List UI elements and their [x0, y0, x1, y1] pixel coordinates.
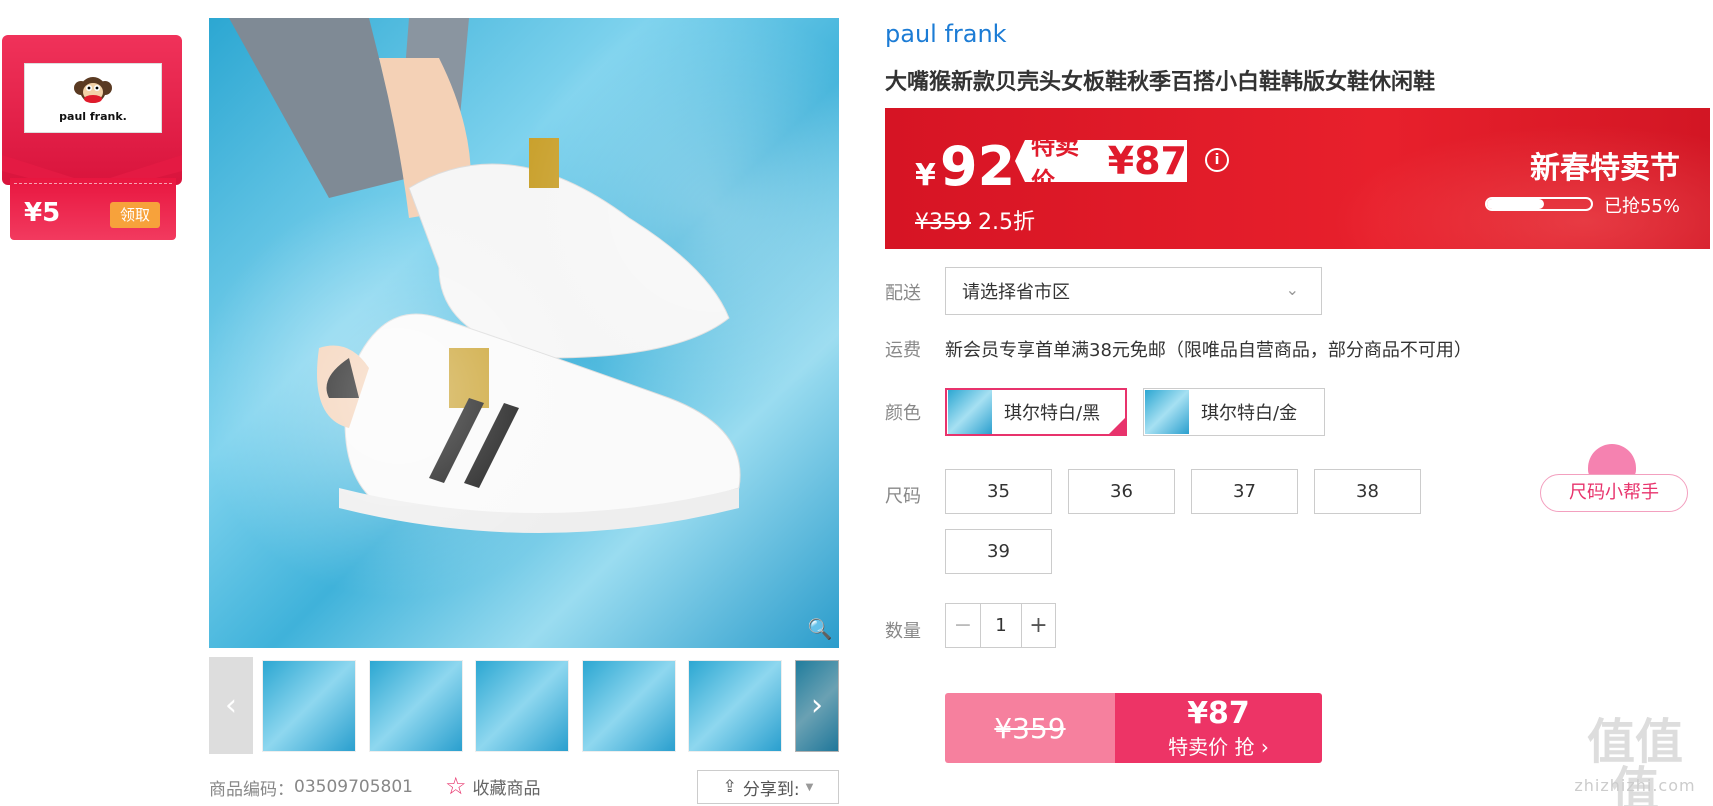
special-price-tag: 特卖价 ¥87 — [1015, 140, 1187, 182]
size-option[interactable]: 36 — [1068, 469, 1175, 514]
buy-button[interactable]: ¥359 ¥87 特卖价 抢 › — [945, 693, 1322, 763]
color-option[interactable]: 琪尔特白/金 — [1143, 388, 1325, 436]
coupon-divider — [14, 183, 172, 184]
thumbnail[interactable] — [582, 660, 676, 752]
favorite-label: 收藏商品 — [472, 778, 541, 799]
special-price-value: ¥87 — [1107, 139, 1187, 183]
size-option[interactable]: 38 — [1314, 469, 1421, 514]
coupon-amount: ¥5 — [24, 198, 61, 228]
color-label: 颜色 — [885, 403, 921, 424]
original-price-value: ¥359 — [915, 210, 971, 235]
quantity-label: 数量 — [885, 621, 921, 642]
thumbnail-strip: ‹ › — [209, 657, 839, 754]
share-icon: ⇪ — [722, 777, 737, 797]
discount-value: 2.5折 — [978, 210, 1035, 235]
current-price: 92 — [940, 135, 1016, 198]
buy-action[interactable]: ¥87 特卖价 抢 › — [1115, 693, 1322, 763]
thumbnail[interactable] — [688, 660, 782, 752]
color-swatch — [948, 390, 992, 434]
size-option[interactable]: 37 — [1191, 469, 1298, 514]
thumbnail[interactable] — [475, 660, 569, 752]
size-option[interactable]: 35 — [945, 469, 1052, 514]
color-swatch — [1145, 390, 1189, 434]
product-title: 大嘴猴新款贝壳头女板鞋秋季百搭小白鞋韩版女鞋休闲鞋 — [885, 70, 1436, 95]
quantity-input[interactable]: 1 — [981, 604, 1021, 647]
share-button[interactable]: ⇪ 分享到: ▼ — [697, 770, 839, 804]
product-code-label: 商品编码： — [209, 779, 294, 800]
special-price-label: 特卖价 — [1031, 132, 1079, 195]
thumbnail[interactable] — [262, 660, 356, 752]
quantity-stepper: − 1 + — [945, 603, 1056, 648]
buy-action-label: 特卖价 抢 › — [1168, 734, 1269, 759]
shipping-text: 新会员专享首单满38元免邮（限唯品自营商品，部分商品不可用） — [945, 340, 1472, 361]
currency-symbol: ¥ — [915, 158, 936, 193]
color-option-label: 琪尔特白/黑 — [1004, 403, 1101, 424]
chevron-down-icon: ⌄ — [1285, 280, 1299, 299]
grabbed-progress-fill — [1487, 199, 1545, 209]
thumbnail[interactable] — [369, 660, 463, 752]
info-icon[interactable]: i — [1205, 148, 1229, 172]
grabbed-progress — [1485, 197, 1593, 211]
size-helper-button[interactable]: 尺码小帮手 — [1540, 474, 1688, 512]
coupon-get-button[interactable]: 领取 — [110, 202, 160, 228]
selected-check-icon — [1107, 416, 1127, 436]
delivery-label: 配送 — [885, 283, 921, 304]
thumb-next-button[interactable]: › — [795, 660, 839, 752]
price-banner: ¥ 92 特卖价 ¥87 i ¥359 2.5折 新春特卖节 已抢55% — [885, 108, 1710, 249]
size-label: 尺码 — [885, 486, 921, 507]
product-code-value: 03509705801 — [294, 777, 413, 797]
brand-link[interactable]: paul frank — [885, 20, 1007, 48]
region-select[interactable]: 请选择省市区 ⌄ — [945, 267, 1322, 315]
monkey-logo-icon — [74, 76, 112, 103]
grabbed-label: 已抢55% — [1603, 196, 1680, 217]
buy-original-price: ¥359 — [945, 693, 1115, 763]
buy-price: ¥87 — [1187, 695, 1250, 731]
region-select-value: 请选择省市区 — [962, 282, 1070, 303]
thumb-prev-button[interactable]: ‹ — [209, 657, 253, 754]
favorite-button[interactable]: ☆ 收藏商品 — [445, 772, 541, 800]
brand-logo: paul frank. — [24, 63, 162, 133]
chevron-down-icon: ▼ — [805, 781, 814, 793]
shipping-label: 运费 — [885, 340, 921, 361]
festival-title: 新春特卖节 — [1530, 151, 1680, 186]
size-option[interactable]: 39 — [945, 529, 1052, 574]
share-label: 分享到: — [742, 779, 800, 800]
watermark-url: zhizhizhi.com — [1574, 776, 1696, 795]
product-code: 商品编码： 03509705801 — [209, 772, 413, 802]
color-option[interactable]: 琪尔特白/黑 — [945, 388, 1127, 436]
zoom-icon[interactable]: 🔍 — [807, 616, 833, 642]
original-price: ¥359 2.5折 — [915, 204, 1035, 236]
quantity-minus-button[interactable]: − — [946, 604, 981, 647]
main-product-image[interactable]: 🔍 — [209, 18, 839, 648]
quantity-plus-button[interactable]: + — [1021, 604, 1055, 647]
brand-logo-text: paul frank. — [59, 109, 127, 123]
image-backdrop — [209, 18, 839, 648]
color-option-label: 琪尔特白/金 — [1201, 403, 1298, 424]
star-icon: ☆ — [445, 772, 467, 800]
